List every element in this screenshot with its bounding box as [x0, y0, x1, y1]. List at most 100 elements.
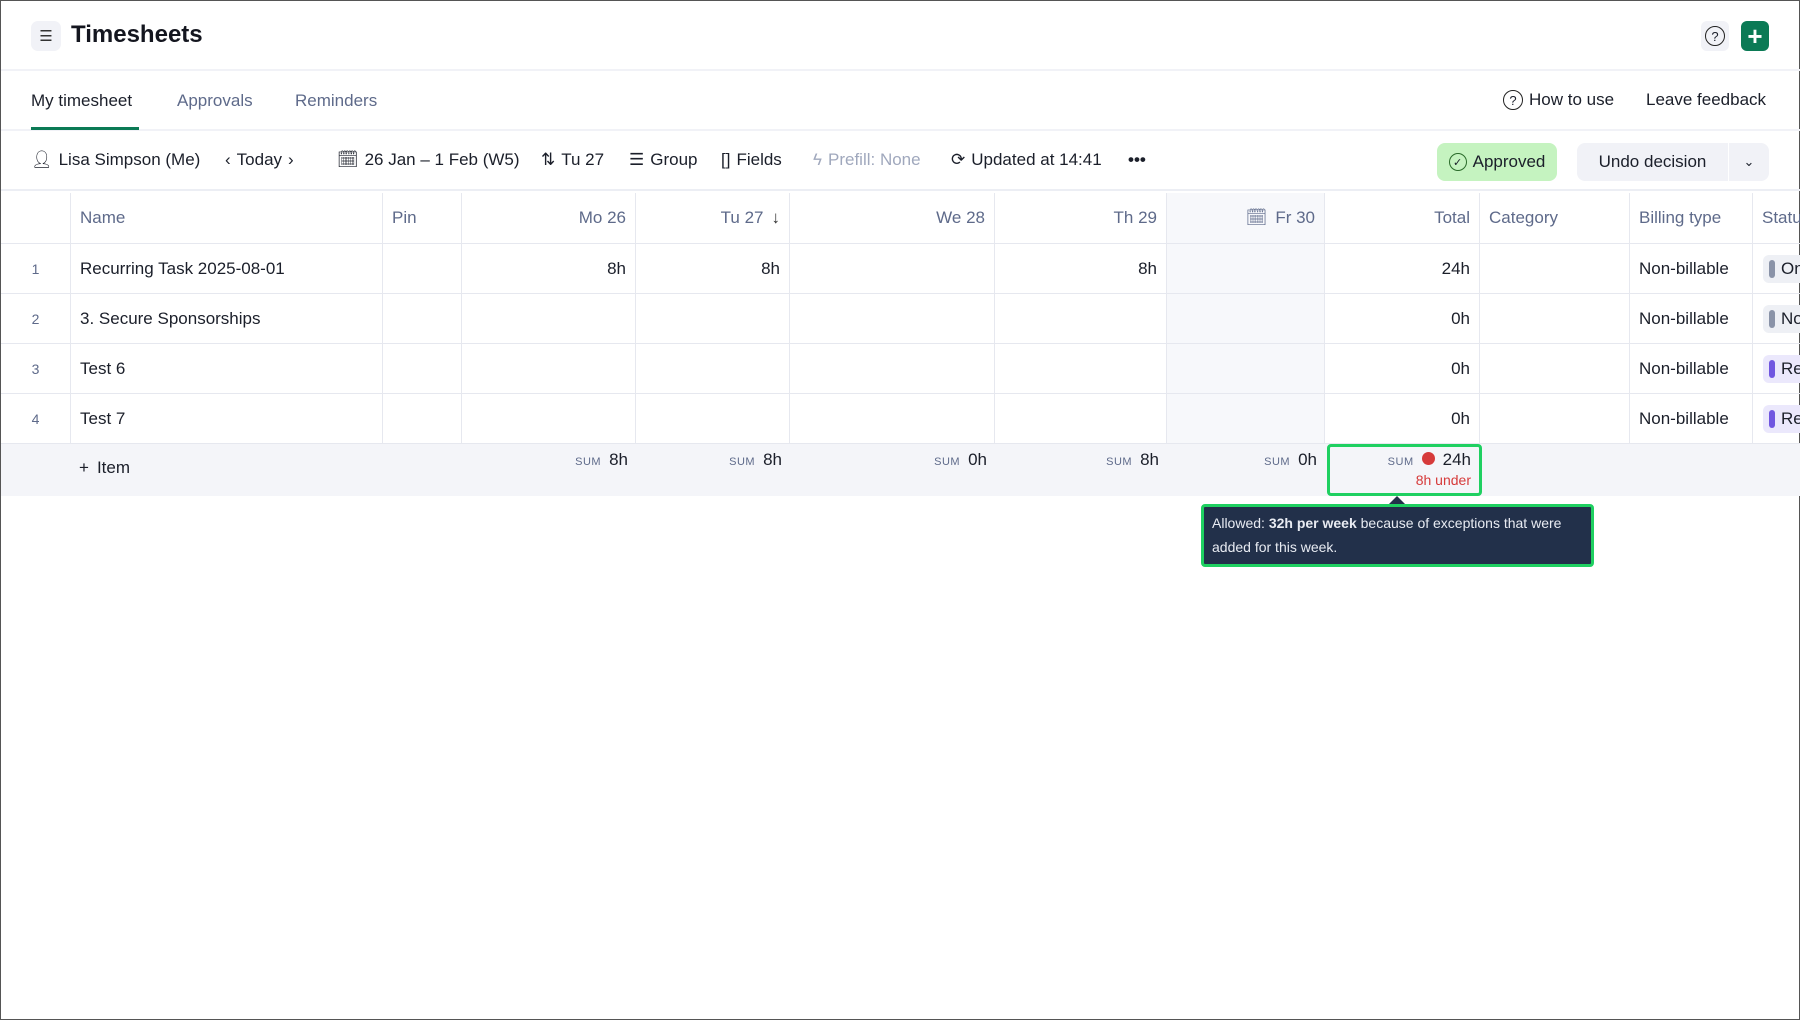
cell-we[interactable]: [790, 244, 995, 293]
table-row[interactable]: 3 Test 6 0h Non-billable Re: [1, 344, 1800, 394]
cell-th[interactable]: [995, 294, 1167, 343]
column-header-tu[interactable]: Tu 27 ↓: [636, 193, 790, 243]
cell-we[interactable]: [790, 344, 995, 393]
help-button[interactable]: ?: [1701, 21, 1729, 51]
tab-bar: My timesheet Approvals Reminders ? How to…: [1, 73, 1800, 131]
how-to-use-link[interactable]: ? How to use: [1503, 90, 1614, 110]
cell-status[interactable]: Re: [1753, 344, 1800, 393]
cell-we[interactable]: [790, 294, 995, 343]
cell-fr[interactable]: [1167, 294, 1325, 343]
cell-name[interactable]: Test 6: [71, 344, 383, 393]
cell-tu[interactable]: 8h: [636, 244, 790, 293]
cell-name[interactable]: 3. Secure Sponsorships: [71, 294, 383, 343]
cell-tu[interactable]: [636, 394, 790, 443]
tooltip-arrow: [1389, 496, 1405, 504]
sum-label: SUM: [1106, 456, 1133, 468]
prefill-button[interactable]: ϟ Prefill: None: [813, 150, 921, 170]
cell-pin[interactable]: [383, 344, 462, 393]
table-row[interactable]: 2 3. Secure Sponsorships 0h Non-billable No: [1, 294, 1800, 344]
tab-my-timesheet[interactable]: My timesheet: [31, 91, 132, 111]
cell-category[interactable]: [1480, 344, 1630, 393]
status-label: Re: [1781, 408, 1800, 428]
cell-status[interactable]: Re: [1753, 394, 1800, 443]
column-header-we[interactable]: We 28: [790, 193, 995, 243]
cell-n: 1: [1, 244, 71, 293]
cell-mo[interactable]: 8h: [462, 244, 636, 293]
column-header-billing[interactable]: Billing type: [1630, 193, 1753, 243]
sort-button[interactable]: ⇅ Tu 27: [541, 150, 604, 170]
undo-decision-group: Undo decision ⌄: [1577, 143, 1769, 181]
cell-total[interactable]: 0h: [1325, 294, 1480, 343]
cell-fr[interactable]: [1167, 244, 1325, 293]
chevron-left-icon[interactable]: ‹: [225, 150, 231, 170]
cell-total[interactable]: 24h: [1325, 244, 1480, 293]
prefill-label: Prefill: None: [828, 150, 921, 169]
refresh-icon: ⟳: [951, 150, 966, 169]
status-badge: ✓ Approved: [1437, 143, 1557, 181]
cell-tu[interactable]: [636, 344, 790, 393]
fr-label: Fr 30: [1275, 208, 1315, 227]
tab-reminders[interactable]: Reminders: [295, 91, 377, 111]
cell-status[interactable]: No: [1753, 294, 1800, 343]
cell-status[interactable]: On: [1753, 244, 1800, 293]
cell-category[interactable]: [1480, 294, 1630, 343]
cell-category[interactable]: [1480, 244, 1630, 293]
undo-decision-button[interactable]: Undo decision: [1577, 143, 1729, 181]
cell-fr[interactable]: [1167, 394, 1325, 443]
cell-tu[interactable]: [636, 294, 790, 343]
user-label: Lisa Simpson (Me): [58, 150, 201, 169]
cell-mo[interactable]: [462, 294, 636, 343]
column-header-category[interactable]: Category: [1480, 193, 1630, 243]
table-row[interactable]: 1 Recurring Task 2025-08-01 8h 8h 8h 24h Non-b…: [1, 244, 1800, 294]
date-range-label: 26 Jan – 1 Feb (W5): [364, 150, 520, 169]
cell-n: 2: [1, 294, 71, 343]
chevron-down-icon[interactable]: ⌄: [1729, 143, 1769, 181]
row-number-header: [1, 193, 71, 243]
cell-mo[interactable]: [462, 394, 636, 443]
cell-billing[interactable]: Non-billable: [1630, 344, 1753, 393]
cell-name[interactable]: Test 7: [71, 394, 383, 443]
cell-billing[interactable]: Non-billable: [1630, 394, 1753, 443]
cell-billing[interactable]: Non-billable: [1630, 244, 1753, 293]
today-button[interactable]: Today: [237, 150, 282, 170]
hamburger-icon[interactable]: ☰: [31, 21, 61, 51]
cell-pin[interactable]: [383, 394, 462, 443]
cell-total[interactable]: 0h: [1325, 394, 1480, 443]
cell-th[interactable]: [995, 344, 1167, 393]
cell-mo[interactable]: [462, 344, 636, 393]
cell-th[interactable]: [995, 394, 1167, 443]
cell-category[interactable]: [1480, 394, 1630, 443]
date-range-picker[interactable]: 🗓︎ 26 Jan – 1 Feb (W5): [337, 150, 520, 170]
more-options-icon[interactable]: •••: [1128, 150, 1146, 170]
chevron-right-icon[interactable]: ›: [288, 150, 294, 170]
fields-button[interactable]: [] Fields: [721, 150, 782, 170]
group-button[interactable]: ☰ Group: [629, 150, 698, 170]
column-header-status[interactable]: Status: [1753, 193, 1800, 243]
cell-th[interactable]: 8h: [995, 244, 1167, 293]
column-header-name[interactable]: Name: [71, 193, 383, 243]
tab-approvals[interactable]: Approvals: [177, 91, 253, 111]
column-header-pin[interactable]: Pin: [383, 193, 462, 243]
cell-total[interactable]: 0h: [1325, 344, 1480, 393]
plus-icon[interactable]: +: [1741, 21, 1769, 51]
cell-pin[interactable]: [383, 294, 462, 343]
column-header-th[interactable]: Th 29: [995, 193, 1167, 243]
cell-billing[interactable]: Non-billable: [1630, 294, 1753, 343]
cell-we[interactable]: [790, 394, 995, 443]
column-header-fr[interactable]: 🗓︎ Fr 30: [1167, 193, 1325, 243]
status-badge: Re: [1763, 404, 1800, 433]
table-footer: + Item SUM 8h SUM 8h SUM 0h SUM 8h SUM 0h SUM 2…: [1, 444, 1800, 496]
column-header-mo[interactable]: Mo 26: [462, 193, 636, 243]
column-header-total[interactable]: Total: [1325, 193, 1480, 243]
user-selector[interactable]: 👤︎ Lisa Simpson (Me): [31, 150, 200, 170]
status-color-bar: [1769, 409, 1775, 428]
cell-fr[interactable]: [1167, 344, 1325, 393]
add-item-button[interactable]: + Item: [79, 458, 130, 478]
sum-mo: SUM 8h: [575, 450, 628, 470]
app-header: ☰ Timesheets ? +: [1, 1, 1800, 71]
table-row[interactable]: 4 Test 7 0h Non-billable Re: [1, 394, 1800, 444]
cell-pin[interactable]: [383, 244, 462, 293]
refresh-button[interactable]: ⟳ Updated at 14:41: [951, 150, 1102, 170]
leave-feedback-link[interactable]: Leave feedback: [1646, 90, 1766, 110]
cell-name[interactable]: Recurring Task 2025-08-01: [71, 244, 383, 293]
